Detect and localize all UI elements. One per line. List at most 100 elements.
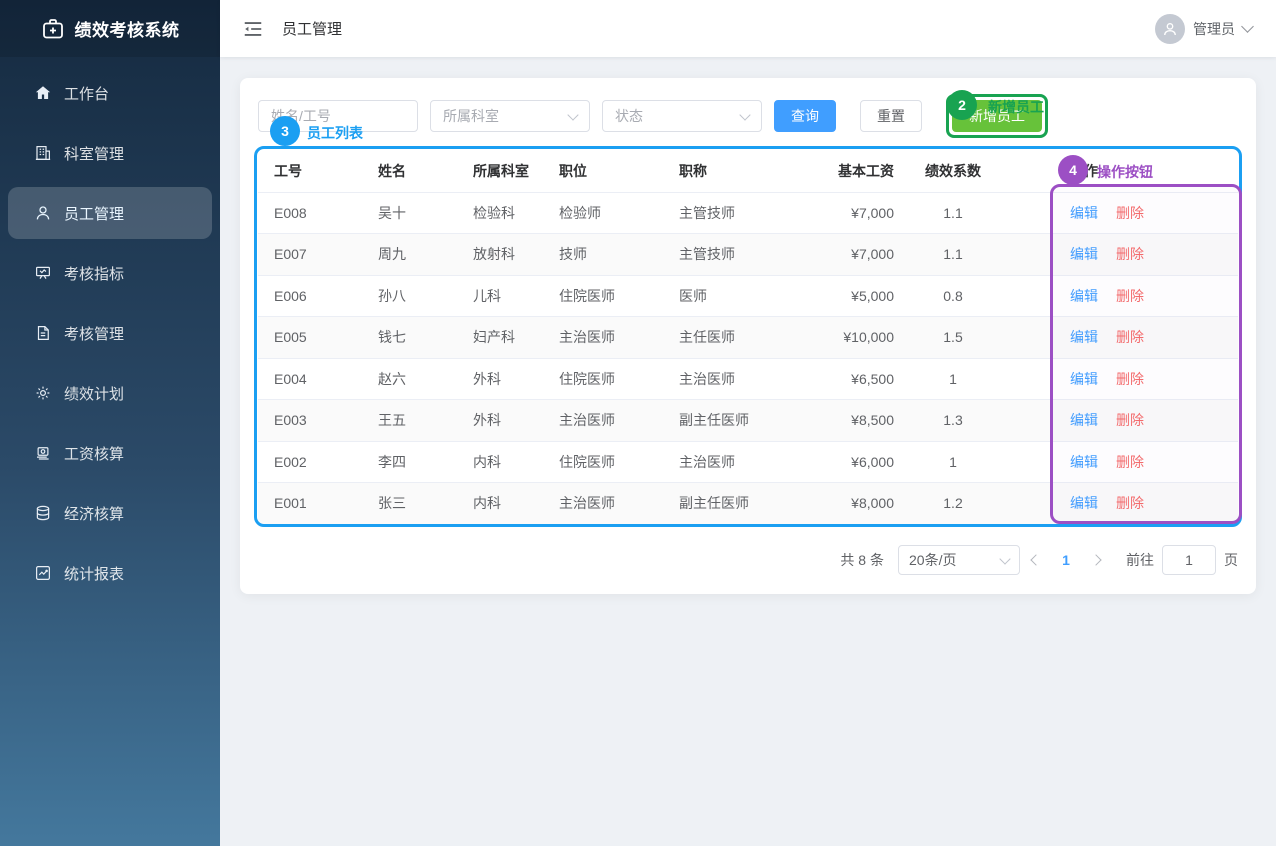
chevron-down-icon (1241, 20, 1254, 33)
search-button[interactable]: 查询 (774, 100, 836, 132)
edit-button[interactable]: 编辑 (1070, 329, 1098, 345)
filter-bar: 所属科室 状态 查询 重置 新增员工 (258, 94, 1048, 138)
cell-position: 主治医师 (559, 400, 679, 442)
sidebar-item-label: 科室管理 (64, 143, 124, 164)
delete-button[interactable]: 删除 (1116, 454, 1144, 470)
wallet-icon (34, 444, 52, 462)
cell-id: E001 (258, 483, 378, 525)
cell-title: 主治医师 (679, 358, 801, 400)
sidebar-item-label: 考核管理 (64, 323, 124, 344)
sidebar-item-indicators[interactable]: 考核指标 (8, 247, 212, 299)
edit-button[interactable]: 编辑 (1070, 205, 1098, 221)
cell-name: 李四 (378, 441, 473, 483)
cell-title: 医师 (679, 275, 801, 317)
chevron-down-icon (739, 109, 750, 120)
cell-name: 周九 (378, 234, 473, 276)
table-row: E008 吴十 检验科 检验师 主管技师 ¥7,000 1.1 编辑删除 (258, 192, 1238, 234)
sidebar-item-salary[interactable]: 工资核算 (8, 427, 212, 479)
gear-icon (34, 384, 52, 402)
table-header-row: 工号 姓名 所属科室 职位 职称 基本工资 绩效系数 操作 (258, 150, 1238, 192)
chevron-left-icon (1030, 554, 1041, 565)
page-size-select[interactable]: 20条/页 (898, 545, 1020, 575)
delete-button[interactable]: 删除 (1116, 412, 1144, 428)
user-name: 管理员 (1193, 19, 1235, 39)
chevron-down-icon (999, 553, 1010, 564)
status-select[interactable]: 状态 (602, 100, 762, 132)
reset-button[interactable]: 重置 (860, 100, 922, 132)
cell-name: 孙八 (378, 275, 473, 317)
cell-title: 副主任医师 (679, 483, 801, 525)
cell-name: 钱七 (378, 317, 473, 359)
cell-department: 外科 (473, 358, 559, 400)
sidebar-item-assessments[interactable]: 考核管理 (8, 307, 212, 359)
cell-position: 检验师 (559, 192, 679, 234)
cell-coefficient: 1.1 (894, 192, 1012, 234)
delete-button[interactable]: 删除 (1116, 288, 1144, 304)
annotation-box-add-employee: 新增员工 (946, 94, 1048, 138)
delete-button[interactable]: 删除 (1116, 205, 1144, 221)
chevron-down-icon (567, 109, 578, 120)
cell-title: 主治医师 (679, 441, 801, 483)
edit-button[interactable]: 编辑 (1070, 454, 1098, 470)
cell-department: 妇产科 (473, 317, 559, 359)
cell-coefficient: 1 (894, 441, 1012, 483)
goto-page-input[interactable] (1162, 545, 1216, 575)
delete-button[interactable]: 删除 (1116, 246, 1144, 262)
pagination-total: 共 8 条 (840, 550, 884, 570)
sidebar-item-label: 考核指标 (64, 263, 124, 284)
table-row: E004 赵六 外科 住院医师 主治医师 ¥6,500 1 编辑删除 (258, 358, 1238, 400)
sidebar-item-departments[interactable]: 科室管理 (8, 127, 212, 179)
page-size-value: 20条/页 (909, 550, 956, 570)
cell-id: E003 (258, 400, 378, 442)
keyword-input[interactable] (258, 100, 418, 132)
edit-button[interactable]: 编辑 (1070, 246, 1098, 262)
cell-department: 儿科 (473, 275, 559, 317)
prev-page-button[interactable] (1020, 545, 1052, 575)
cell-department: 放射科 (473, 234, 559, 276)
table-row: E001 张三 内科 主治医师 副主任医师 ¥8,000 1.2 编辑删除 (258, 483, 1238, 525)
cell-id: E007 (258, 234, 378, 276)
sidebar-item-label: 绩效计划 (64, 383, 124, 404)
cell-salary: ¥5,000 (801, 275, 894, 317)
collapse-menu-icon[interactable] (242, 18, 264, 40)
sidebar-item-workbench[interactable]: 工作台 (8, 67, 212, 119)
user-menu[interactable]: 管理员 (1155, 14, 1252, 44)
cell-title: 主管技师 (679, 192, 801, 234)
sidebar: 绩效考核系统 工作台 科室管理 (0, 0, 220, 846)
table-row: E005 钱七 妇产科 主治医师 主任医师 ¥10,000 1.5 编辑删除 (258, 317, 1238, 359)
cell-name: 王五 (378, 400, 473, 442)
page: 绩效考核系统 工作台 科室管理 (0, 0, 1276, 846)
sidebar-item-employees[interactable]: 员工管理 (8, 187, 212, 239)
current-page[interactable]: 1 (1052, 552, 1080, 568)
col-header-position: 职位 (559, 150, 679, 192)
cell-salary: ¥6,000 (801, 441, 894, 483)
edit-button[interactable]: 编辑 (1070, 288, 1098, 304)
delete-button[interactable]: 删除 (1116, 329, 1144, 345)
cell-id: E008 (258, 192, 378, 234)
col-header-id: 工号 (258, 150, 378, 192)
delete-button[interactable]: 删除 (1116, 495, 1144, 511)
col-header-coefficient: 绩效系数 (894, 150, 1012, 192)
delete-button[interactable]: 删除 (1116, 371, 1144, 387)
cell-department: 内科 (473, 441, 559, 483)
document-icon (34, 324, 52, 342)
next-page-button[interactable] (1080, 545, 1112, 575)
add-employee-button[interactable]: 新增员工 (952, 100, 1042, 132)
col-header-department: 所属科室 (473, 150, 559, 192)
edit-button[interactable]: 编辑 (1070, 371, 1098, 387)
page-title: 员工管理 (282, 18, 342, 39)
department-select[interactable]: 所属科室 (430, 100, 590, 132)
edit-button[interactable]: 编辑 (1070, 495, 1098, 511)
cell-position: 住院医师 (559, 275, 679, 317)
col-header-spacer (1012, 150, 1052, 192)
database-icon (34, 504, 52, 522)
sidebar-item-reports[interactable]: 统计报表 (8, 547, 212, 599)
sidebar-item-performance-plan[interactable]: 绩效计划 (8, 367, 212, 419)
cell-department: 外科 (473, 400, 559, 442)
employee-card: 所属科室 状态 查询 重置 新增员工 工号 (240, 78, 1256, 594)
cell-coefficient: 1.3 (894, 400, 1012, 442)
edit-button[interactable]: 编辑 (1070, 412, 1098, 428)
table-row: E006 孙八 儿科 住院医师 医师 ¥5,000 0.8 编辑删除 (258, 275, 1238, 317)
sidebar-item-economics[interactable]: 经济核算 (8, 487, 212, 539)
sidebar-item-label: 经济核算 (64, 503, 124, 524)
